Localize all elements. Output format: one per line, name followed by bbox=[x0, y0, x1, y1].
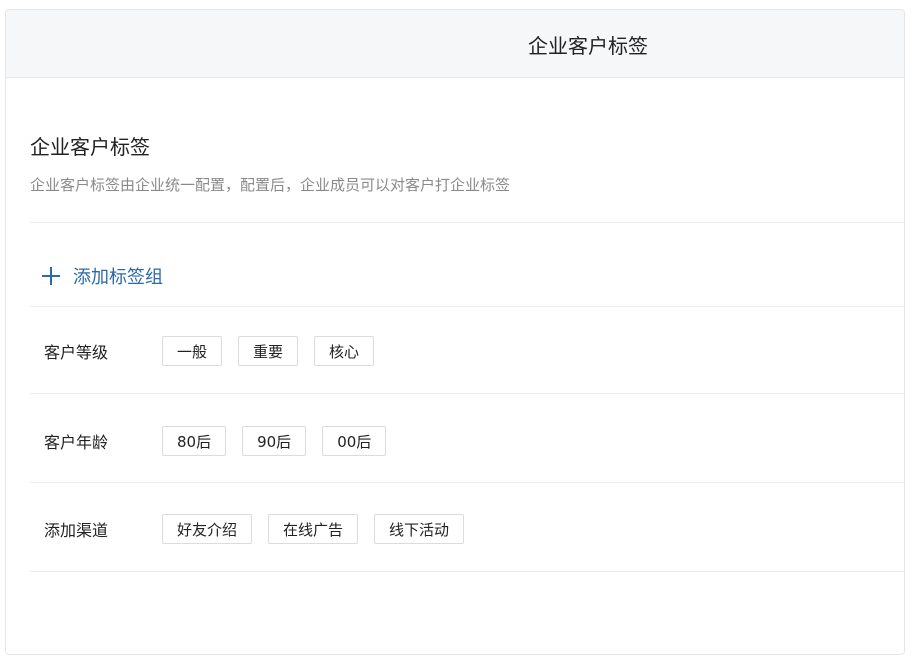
tag-chip[interactable]: 线下活动 bbox=[374, 514, 465, 544]
add-tag-group-button[interactable]: 添加标签组 bbox=[42, 263, 163, 289]
divider bbox=[30, 222, 904, 223]
window-title: 企业客户标签 bbox=[528, 34, 648, 58]
tag-chip[interactable]: 重要 bbox=[238, 336, 299, 366]
tag-group-name: 添加渠道 bbox=[44, 521, 109, 540]
tag-chip[interactable]: 在线广告 bbox=[268, 514, 359, 544]
divider bbox=[30, 393, 904, 394]
tag-chip[interactable]: 80后 bbox=[162, 426, 227, 456]
tag-group-name: 客户等级 bbox=[44, 343, 109, 362]
page-title: 企业客户标签 bbox=[30, 135, 150, 159]
divider bbox=[30, 306, 904, 307]
tag-group-name: 客户年龄 bbox=[44, 433, 109, 452]
app-window: 企业客户标签 企业客户标签 企业客户标签由企业统一配置，配置后，企业成员可以对客… bbox=[5, 9, 905, 655]
tag-chip[interactable]: 00后 bbox=[322, 426, 387, 456]
tag-group-row: 客户等级 一般 重要 核心 bbox=[44, 331, 904, 371]
title-bar: 企业客户标签 bbox=[6, 10, 904, 78]
tag-chip[interactable]: 一般 bbox=[162, 336, 223, 366]
divider bbox=[30, 571, 904, 572]
page-description: 企业客户标签由企业统一配置，配置后，企业成员可以对客户打企业标签 bbox=[30, 176, 511, 194]
tag-group-row: 客户年龄 80后 90后 00后 bbox=[44, 421, 904, 461]
tag-group-row: 添加渠道 好友介绍 在线广告 线下活动 bbox=[44, 509, 904, 549]
tag-chip[interactable]: 好友介绍 bbox=[162, 514, 253, 544]
plus-icon bbox=[42, 267, 60, 285]
tag-chip[interactable]: 核心 bbox=[314, 336, 375, 366]
divider bbox=[30, 482, 904, 483]
add-tag-group-label: 添加标签组 bbox=[73, 267, 163, 288]
tag-chip[interactable]: 90后 bbox=[242, 426, 307, 456]
